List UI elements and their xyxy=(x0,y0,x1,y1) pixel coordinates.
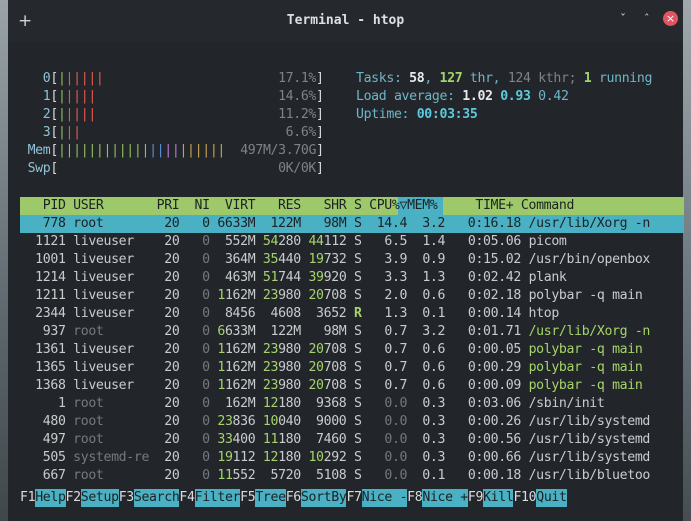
fkey-f2-button[interactable]: Setup xyxy=(80,489,119,507)
fkey-f4: F4 xyxy=(179,490,195,505)
process-row[interactable]: 505 systemd-re 20 0 19112 12180 10292 S … xyxy=(20,449,651,467)
minimize-button[interactable]: ˇ xyxy=(620,12,626,26)
process-row[interactable]: 1361 liveuser 20 0 1162M 23980 20708 S 0… xyxy=(20,341,643,359)
swap-meter: Swp[ 0K/0K] xyxy=(20,161,324,176)
column-header[interactable]: PID USER PRI NI VIRT RES SHR S CPU%▽MEM%… xyxy=(20,197,575,215)
process-row[interactable]: 1 root 20 0 162M 12180 9368 S 0.0 0.3 0:… xyxy=(20,395,605,413)
fkey-f8: F8 xyxy=(407,490,423,505)
mem-meter: Mem[|||||||||||||||||||||| 497M/3.70G] xyxy=(20,143,324,158)
fkey-f8-button[interactable]: Nice + xyxy=(422,489,468,507)
uptime-meter: Uptime: 00:03:35 xyxy=(356,107,478,122)
process-row[interactable]: 1214 liveuser 20 0 463M 51744 39920 S 3.… xyxy=(20,269,567,287)
fkey-f5-button[interactable]: Tree xyxy=(255,489,286,507)
fkey-f4-button[interactable]: Filter xyxy=(194,489,241,507)
fkey-f3: F3 xyxy=(118,490,135,505)
terminal-area[interactable]: 0[|||||| 17.1%] 1[||||| 14.6%] 2[||||| 1… xyxy=(8,42,684,521)
cpu-meter-3: 3[||| 6.6%] xyxy=(20,125,324,140)
window-title: Terminal - htop xyxy=(286,13,405,28)
process-row[interactable]: 1211 liveuser 20 0 1162M 23980 20708 S 2… xyxy=(20,287,643,305)
fkey-f1: F1 xyxy=(20,490,36,505)
fkey-f5: F5 xyxy=(240,490,256,505)
process-row[interactable]: 1121 liveuser 20 0 552M 54280 44112 S 6.… xyxy=(20,233,567,251)
cpu-meter-2: 2[||||| 11.2%] xyxy=(20,107,324,122)
fkey-f7-button[interactable]: Nice - xyxy=(361,489,408,507)
process-row[interactable]: 1368 liveuser 20 0 1162M 23980 20708 S 0… xyxy=(20,377,643,395)
fkey-f3-button[interactable]: Search xyxy=(133,489,180,507)
fkey-f1-button[interactable]: Help xyxy=(35,489,66,507)
fkey-f9-button[interactable]: Kill xyxy=(483,489,514,507)
tasks-meter: Tasks: 58, 127 thr, 124 kthr; 1 running xyxy=(356,71,653,86)
process-row[interactable]: 1365 liveuser 20 0 1162M 23980 20708 S 0… xyxy=(20,359,643,377)
process-row[interactable]: 497 root 20 0 33400 11180 7460 S 0.0 0.3… xyxy=(20,431,651,449)
cpu-meter-0: 0[|||||| 17.1%] xyxy=(20,71,324,86)
process-row[interactable]: 2344 liveuser 20 0 8456 4608 3652 R 1.3 … xyxy=(20,305,559,323)
load-average-meter: Load average: 1.02 0.93 0.42 xyxy=(356,89,569,104)
fkey-f6-button[interactable]: SortBy xyxy=(300,489,347,507)
fkey-f9: F9 xyxy=(467,490,484,505)
fkey-f2: F2 xyxy=(65,490,82,505)
process-row[interactable]: 778 root 20 0 6633M 122M 98M S 14.4 3.2 … xyxy=(20,215,651,233)
terminal-window: + Terminal - htop ˇ ˆ × 0[|||||| 17.1%] … xyxy=(8,0,684,521)
process-row[interactable]: 937 root 20 0 6633M 122M 98M S 0.7 3.2 0… xyxy=(20,323,651,341)
process-row[interactable]: 480 root 20 0 23836 10040 9000 S 0.0 0.3… xyxy=(20,413,651,431)
maximize-button[interactable]: ˆ xyxy=(644,12,650,25)
function-key-bar: F1Help F2Setup F3SearchF4FilterF5Tree F6… xyxy=(20,486,684,507)
process-row[interactable]: 667 root 20 0 11552 5720 5108 S 0.0 0.1 … xyxy=(20,467,651,485)
fkey-f7: F7 xyxy=(346,490,362,505)
cpu-meter-1: 1[||||| 14.6%] xyxy=(20,89,324,104)
desktop-wallpaper-right xyxy=(682,0,691,521)
title-bar: + Terminal - htop ˇ ˆ × xyxy=(8,0,683,42)
process-row[interactable]: 1001 liveuser 20 0 364M 35440 19732 S 3.… xyxy=(20,251,650,269)
fkey-f6: F6 xyxy=(285,490,302,505)
fkey-f10-button[interactable]: Quit xyxy=(536,489,567,507)
fkey-f10: F10 xyxy=(513,490,537,505)
close-button[interactable]: × xyxy=(663,11,678,26)
